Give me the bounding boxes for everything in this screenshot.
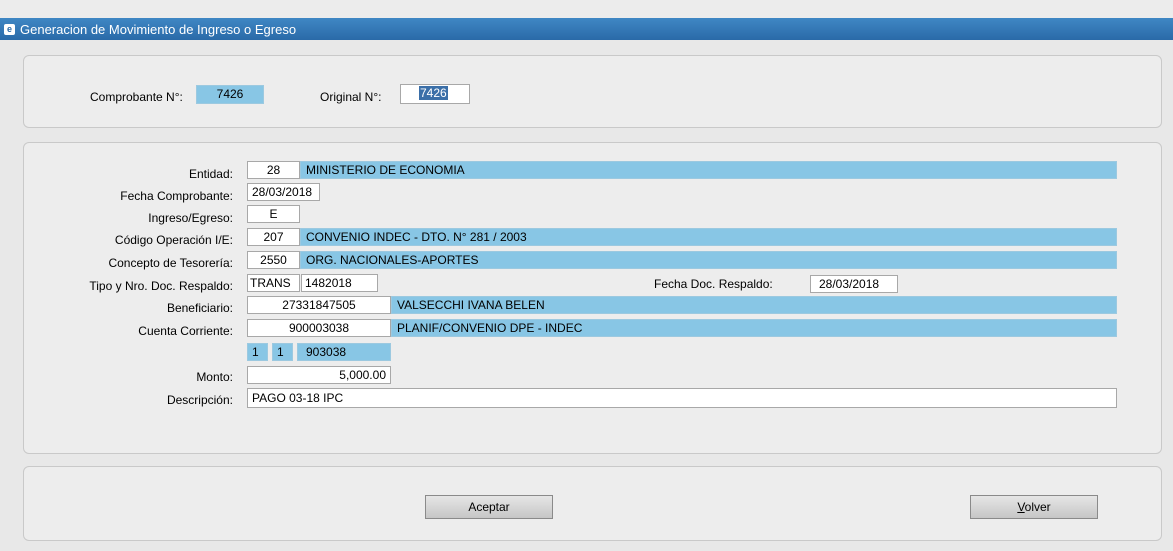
aceptar-button[interactable]: Aceptar: [425, 495, 553, 519]
original-label: Original N°:: [320, 90, 382, 104]
concepto-tesoreria-label: Concepto de Tesorería:: [108, 256, 233, 270]
fecha-comprobante-field[interactable]: 28/03/2018: [247, 183, 320, 201]
window-title: Generacion de Movimiento de Ingreso o Eg…: [20, 21, 297, 37]
descripcion-field[interactable]: PAGO 03-18 IPC: [247, 388, 1117, 408]
concepto-tesoreria-desc-field: ORG. NACIONALES-APORTES: [300, 251, 1117, 269]
entidad-code-field[interactable]: 28: [247, 161, 300, 179]
beneficiario-label: Beneficiario:: [166, 301, 233, 315]
fecha-doc-field[interactable]: 28/03/2018: [810, 275, 898, 293]
original-field[interactable]: 7426: [400, 84, 470, 104]
ingreso-egreso-field[interactable]: E: [247, 205, 300, 223]
volver-accelerator: V: [1017, 500, 1025, 514]
codigo-operacion-desc-field: CONVENIO INDEC - DTO. N° 281 / 2003: [300, 228, 1117, 246]
comprobante-label: Comprobante N°:: [90, 90, 183, 104]
monto-field[interactable]: 5,000.00: [247, 366, 391, 384]
tipo-doc-field[interactable]: TRANS: [247, 274, 300, 292]
cuenta-corriente-label: Cuenta Corriente:: [138, 324, 233, 338]
entidad-desc-field: MINISTERIO DE ECONOMIA: [300, 161, 1117, 179]
ingreso-egreso-label: Ingreso/Egreso:: [148, 211, 233, 225]
window-app-icon: e: [4, 23, 15, 35]
top-strip: [0, 0, 1173, 18]
cuenta-sub1-field: 1: [247, 343, 268, 361]
nro-doc-field[interactable]: 1482018: [301, 274, 378, 292]
window-titlebar: e Generacion de Movimiento de Ingreso o …: [0, 18, 1173, 40]
header-panel: [23, 55, 1162, 128]
codigo-operacion-label: Código Operación I/E:: [114, 233, 233, 247]
descripcion-label: Descripción:: [166, 393, 233, 407]
concepto-tesoreria-code-field[interactable]: 2550: [247, 251, 300, 269]
volver-label-rest: olver: [1024, 500, 1051, 514]
fecha-doc-label: Fecha Doc. Respaldo:: [654, 277, 773, 291]
volver-button[interactable]: Volver: [970, 495, 1098, 519]
codigo-operacion-code-field[interactable]: 207: [247, 228, 300, 246]
cuenta-sub2-field: 1: [272, 343, 293, 361]
cuenta-sub3-field: 903038: [297, 343, 391, 361]
cuenta-corriente-code-field[interactable]: 900003038: [247, 319, 391, 337]
tipo-nro-doc-label: Tipo y Nro. Doc. Respaldo:: [89, 279, 233, 293]
original-value: 7426: [419, 86, 448, 100]
monto-label: Monto:: [196, 370, 233, 384]
entidad-label: Entidad:: [188, 167, 233, 181]
fecha-comprobante-label: Fecha Comprobante:: [120, 189, 233, 203]
cuenta-corriente-desc-field: PLANIF/CONVENIO DPE - INDEC: [391, 319, 1117, 337]
beneficiario-desc-field: VALSECCHI IVANA BELEN: [391, 296, 1117, 314]
comprobante-field: 7426: [196, 85, 264, 104]
beneficiario-code-field[interactable]: 27331847505: [247, 296, 391, 314]
